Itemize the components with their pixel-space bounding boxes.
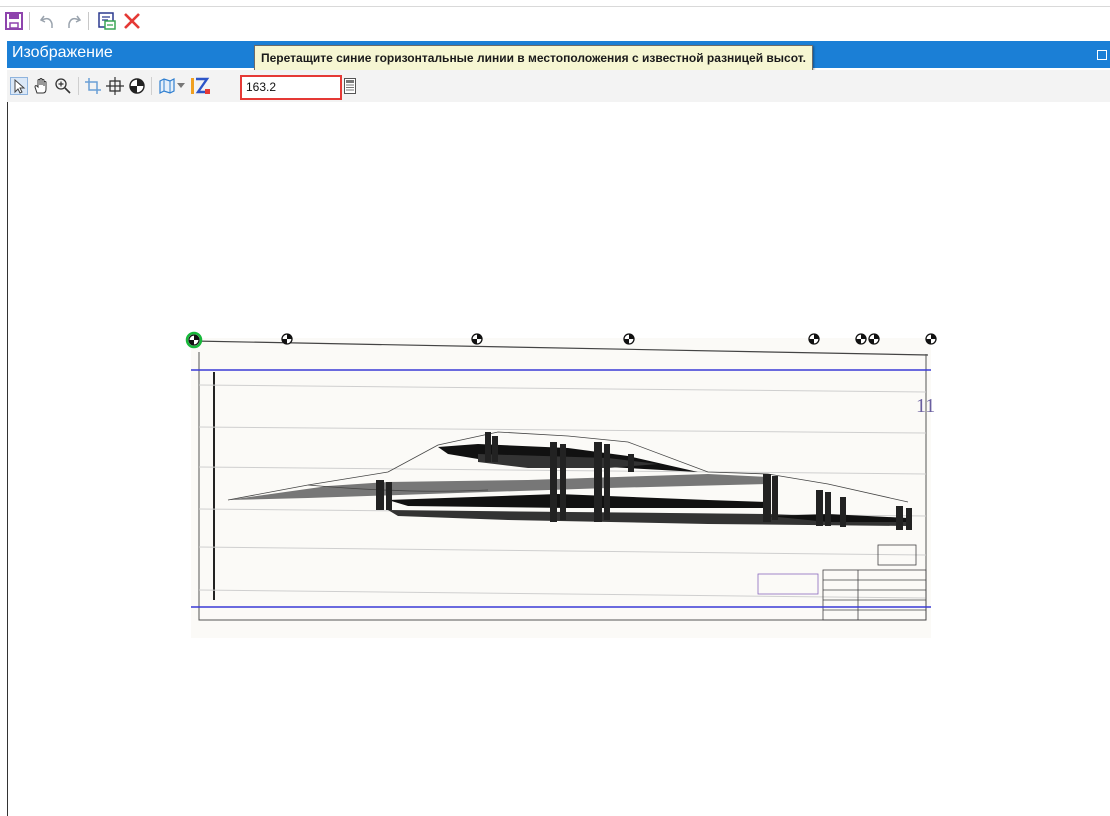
maximize-icon[interactable]	[1097, 50, 1107, 60]
pan-hand-icon[interactable]	[31, 76, 51, 96]
save-icon[interactable]	[3, 10, 25, 32]
dropdown-arrow-icon[interactable]	[175, 76, 187, 96]
control-point[interactable]	[281, 333, 293, 345]
control-point-icon[interactable]	[127, 76, 147, 96]
separator	[29, 12, 30, 30]
quick-access-toolbar	[0, 6, 1110, 35]
map-icon[interactable]	[157, 76, 177, 96]
application-window: Изображение Перетащите синие горизонталь…	[0, 0, 1110, 816]
control-point[interactable]	[868, 333, 880, 345]
image-viewport[interactable]: 11	[7, 102, 1110, 816]
control-point[interactable]	[471, 333, 483, 345]
redo-icon[interactable]	[62, 10, 84, 32]
georeference-icon[interactable]	[96, 10, 118, 32]
control-point[interactable]	[623, 333, 635, 345]
zoom-in-icon[interactable]	[53, 76, 73, 96]
control-point[interactable]	[808, 333, 820, 345]
image-toolbar: 163.2	[7, 70, 1110, 102]
separator	[78, 77, 79, 95]
crop-icon[interactable]	[83, 76, 103, 96]
scanned-profile-drawing: 11	[185, 331, 937, 638]
select-arrow-icon[interactable]	[9, 76, 29, 96]
sheet-number: 11	[916, 395, 935, 417]
separator	[88, 12, 89, 30]
panel-title: Изображение	[12, 44, 113, 61]
instruction-tooltip: Перетащите синие горизонтальные линии в …	[254, 45, 813, 71]
undo-icon[interactable]	[37, 10, 59, 32]
control-point-selected[interactable]	[185, 331, 203, 349]
elevation-z-icon[interactable]	[191, 76, 211, 96]
control-point[interactable]	[855, 333, 867, 345]
calculator-icon[interactable]	[342, 76, 358, 96]
control-point[interactable]	[925, 333, 937, 345]
delete-icon[interactable]	[121, 10, 143, 32]
fit-extent-icon[interactable]	[105, 76, 125, 96]
separator	[151, 77, 152, 95]
elevation-input[interactable]: 163.2	[240, 75, 342, 100]
